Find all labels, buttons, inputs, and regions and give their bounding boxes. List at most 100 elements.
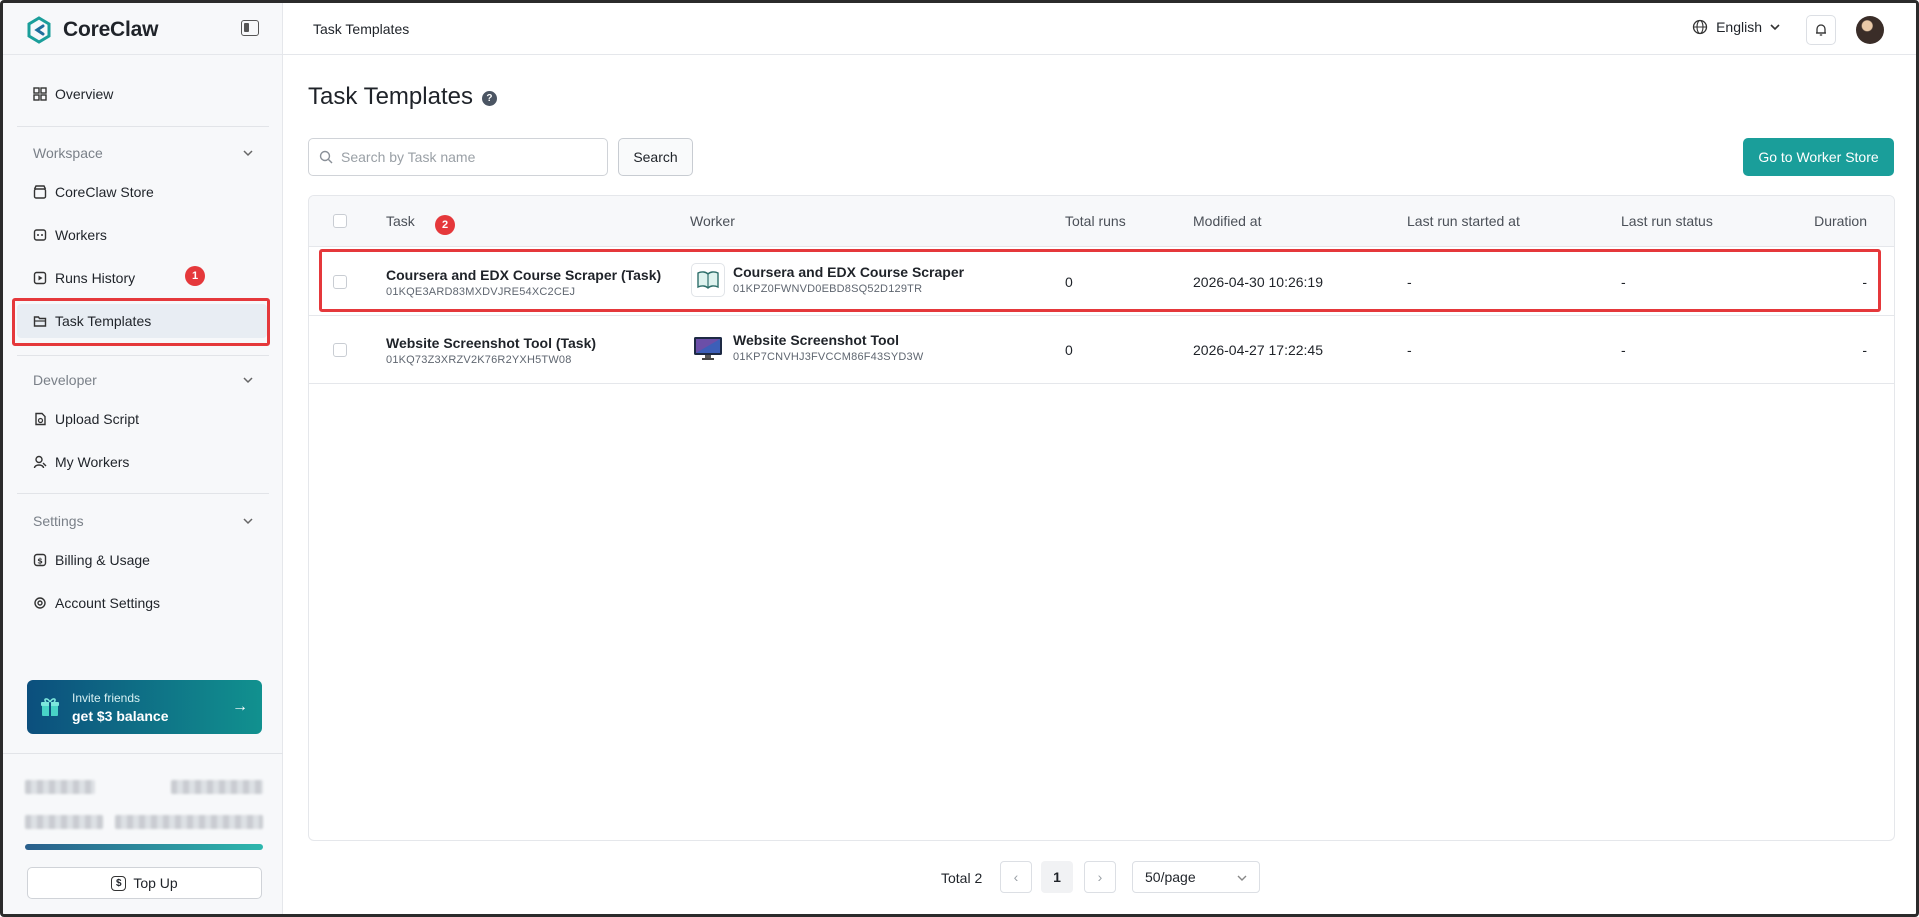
worker-name[interactable]: Website Screenshot Tool	[733, 332, 899, 348]
table-row[interactable]: Coursera and EDX Course Scraper (Task) 0…	[309, 248, 1894, 316]
search-button[interactable]: Search	[618, 138, 693, 176]
sidebar-item-account-settings[interactable]: Account Settings	[17, 586, 267, 620]
top-bar: Task Templates English	[283, 3, 1916, 55]
annotation-badge-2: 2	[435, 215, 455, 235]
section-developer[interactable]: Developer	[33, 372, 97, 388]
last-run-status: -	[1621, 274, 1626, 290]
sidebar-item-label: My Workers	[55, 454, 130, 470]
sidebar-item-task-templates[interactable]: Task Templates	[17, 304, 267, 338]
gift-icon	[41, 698, 59, 716]
total-runs: 0	[1065, 342, 1073, 358]
task-name[interactable]: Coursera and EDX Course Scraper (Task)	[386, 267, 661, 283]
row-checkbox[interactable]	[333, 275, 347, 289]
chevron-down-icon[interactable]	[243, 148, 253, 158]
sidebar-item-label: Billing & Usage	[55, 552, 150, 568]
globe-icon	[1692, 19, 1708, 35]
sidebar-divider	[17, 493, 269, 494]
brand[interactable]: CoreClaw	[25, 15, 158, 45]
coreclaw-logo-icon	[27, 16, 51, 44]
sidebar-item-workers[interactable]: Workers	[17, 218, 267, 252]
table-header: Task Worker Total runs Modified at Last …	[309, 196, 1894, 247]
sidebar-item-label: Account Settings	[55, 595, 161, 611]
sidebar-item-my-workers[interactable]: My Workers	[17, 445, 267, 479]
sidebar-item-billing-usage[interactable]: $ Billing & Usage	[17, 543, 267, 577]
total-runs: 0	[1065, 274, 1073, 290]
redacted-account-info	[25, 815, 103, 829]
invite-line1: Invite friends	[72, 691, 141, 705]
language-selector[interactable]: English	[1692, 19, 1780, 35]
sidebar-divider	[17, 355, 269, 356]
last-run-started: -	[1407, 342, 1412, 358]
monitor-icon	[691, 331, 725, 365]
table-row[interactable]: Website Screenshot Tool (Task) 01KQ73Z3X…	[309, 316, 1894, 384]
worker-name[interactable]: Coursera and EDX Course Scraper	[733, 264, 964, 280]
sidebar-item-overview[interactable]: Overview	[17, 77, 267, 111]
gear-icon	[34, 597, 46, 609]
notifications-button[interactable]	[1806, 15, 1836, 45]
search-box	[308, 138, 608, 176]
redacted-account-info	[171, 780, 263, 794]
pagination-page-1[interactable]: 1	[1041, 861, 1073, 893]
worker-id: 01KPZ0FWNVD0EBD8SQ52D129TR	[733, 283, 923, 295]
column-header-duration[interactable]: Duration	[1814, 213, 1867, 229]
pagination-next-button[interactable]: ›	[1084, 861, 1116, 893]
dollar-icon: $	[33, 553, 47, 567]
select-all-checkbox[interactable]	[333, 214, 347, 228]
top-up-button[interactable]: $ Top Up	[27, 867, 262, 899]
search-input[interactable]	[341, 149, 601, 165]
sidebar-divider	[17, 126, 269, 127]
task-templates-table: Task Worker Total runs Modified at Last …	[308, 195, 1895, 841]
folder-icon	[33, 316, 47, 327]
user-icon	[33, 455, 47, 469]
annotation-badge-1: 1	[185, 266, 205, 286]
page-size-select[interactable]: 50/page	[1132, 861, 1260, 893]
chevron-down-icon	[1237, 875, 1247, 881]
column-header-last-run-status[interactable]: Last run status	[1621, 213, 1713, 229]
brand-name: CoreClaw	[63, 18, 159, 41]
sidebar-item-label: Workers	[55, 227, 107, 243]
task-name[interactable]: Website Screenshot Tool (Task)	[386, 335, 596, 351]
sidebar: CoreClaw Overview Workspace CoreClaw Sto…	[3, 3, 283, 914]
svg-text:$: $	[37, 557, 43, 566]
app-window: CoreClaw Overview Workspace CoreClaw Sto…	[0, 0, 1919, 917]
top-up-label: Top Up	[133, 875, 178, 891]
grid-icon	[33, 87, 47, 101]
sidebar-item-upload-script[interactable]: Upload Script	[17, 402, 267, 436]
invite-friends-banner[interactable]: Invite friends get $3 balance →	[27, 680, 262, 734]
sidebar-item-label: CoreClaw Store	[55, 184, 154, 200]
column-header-total-runs[interactable]: Total runs	[1065, 213, 1126, 229]
sidebar-item-label: Upload Script	[55, 411, 140, 427]
play-icon	[33, 271, 47, 285]
section-workspace[interactable]: Workspace	[33, 145, 103, 161]
last-run-started: -	[1407, 274, 1412, 290]
user-avatar[interactable]	[1856, 16, 1884, 44]
dollar-icon: $	[111, 875, 127, 891]
chevron-right-icon: ›	[1097, 869, 1103, 885]
task-id: 01KQE3ARD83MXDVJRE54XC2CEJ	[386, 286, 576, 298]
pagination-prev-button[interactable]: ‹	[1000, 861, 1032, 893]
section-settings[interactable]: Settings	[33, 513, 84, 529]
sidebar-item-label: Task Templates	[55, 313, 152, 329]
row-checkbox[interactable]	[333, 343, 347, 357]
chevron-down-icon[interactable]	[243, 375, 253, 385]
worker-id: 01KP7CNVHJ3FVCCM86F43SYD3W	[733, 351, 924, 363]
help-icon[interactable]: ?	[481, 91, 497, 106]
go-to-worker-store-button[interactable]: Go to Worker Store	[1743, 138, 1894, 176]
page-title-text: Task Templates	[308, 83, 473, 110]
workers-icon	[33, 229, 47, 241]
column-header-worker[interactable]: Worker	[690, 213, 735, 229]
modified-at: 2026-04-30 10:26:19	[1193, 274, 1323, 290]
search-icon	[319, 150, 333, 164]
pagination-total: Total 2	[941, 870, 983, 886]
sidebar-item-runs-history[interactable]: Runs History	[17, 261, 267, 295]
chevron-left-icon: ‹	[1013, 869, 1019, 885]
column-header-modified-at[interactable]: Modified at	[1193, 213, 1261, 229]
store-icon	[33, 185, 47, 199]
chevron-down-icon[interactable]	[243, 516, 253, 526]
sidebar-item-coreclaw-store[interactable]: CoreClaw Store	[17, 175, 267, 209]
column-header-last-run-started[interactable]: Last run started at	[1407, 213, 1520, 229]
sidebar-collapse-icon[interactable]	[241, 20, 259, 36]
chevron-down-icon	[1770, 24, 1780, 31]
column-header-task[interactable]: Task	[386, 213, 415, 229]
modified-at: 2026-04-27 17:22:45	[1193, 342, 1323, 358]
